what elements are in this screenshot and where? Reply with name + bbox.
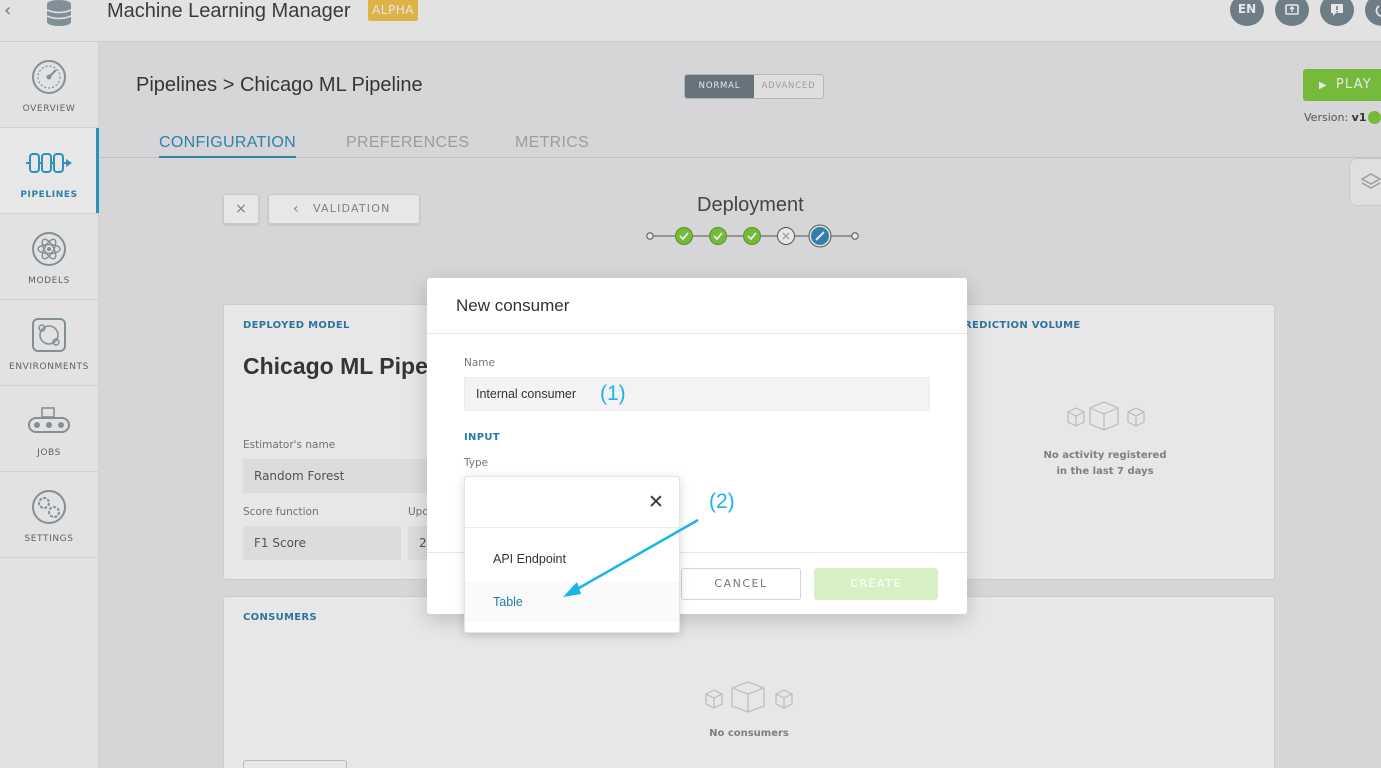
option-api-endpoint[interactable]: API Endpoint [465,539,679,579]
cancel-button[interactable]: CANCEL [681,568,801,600]
modal-title: New consumer [456,296,570,315]
type-label: Type [464,457,489,469]
annotation-step-2: (2) [709,490,735,513]
consumer-name-input[interactable]: Internal consumer [464,377,930,411]
close-icon[interactable]: ✕ [646,491,666,513]
type-dropdown: ✕ API Endpoint Table [464,476,680,633]
create-button[interactable]: CREATE [814,568,938,600]
name-label: Name [464,357,495,369]
annotation-step-1: (1) [600,382,626,405]
option-table[interactable]: Table [465,582,679,622]
modal-header: New consumer [427,278,967,334]
dropdown-divider [465,527,679,528]
input-section-title: INPUT [464,432,500,443]
